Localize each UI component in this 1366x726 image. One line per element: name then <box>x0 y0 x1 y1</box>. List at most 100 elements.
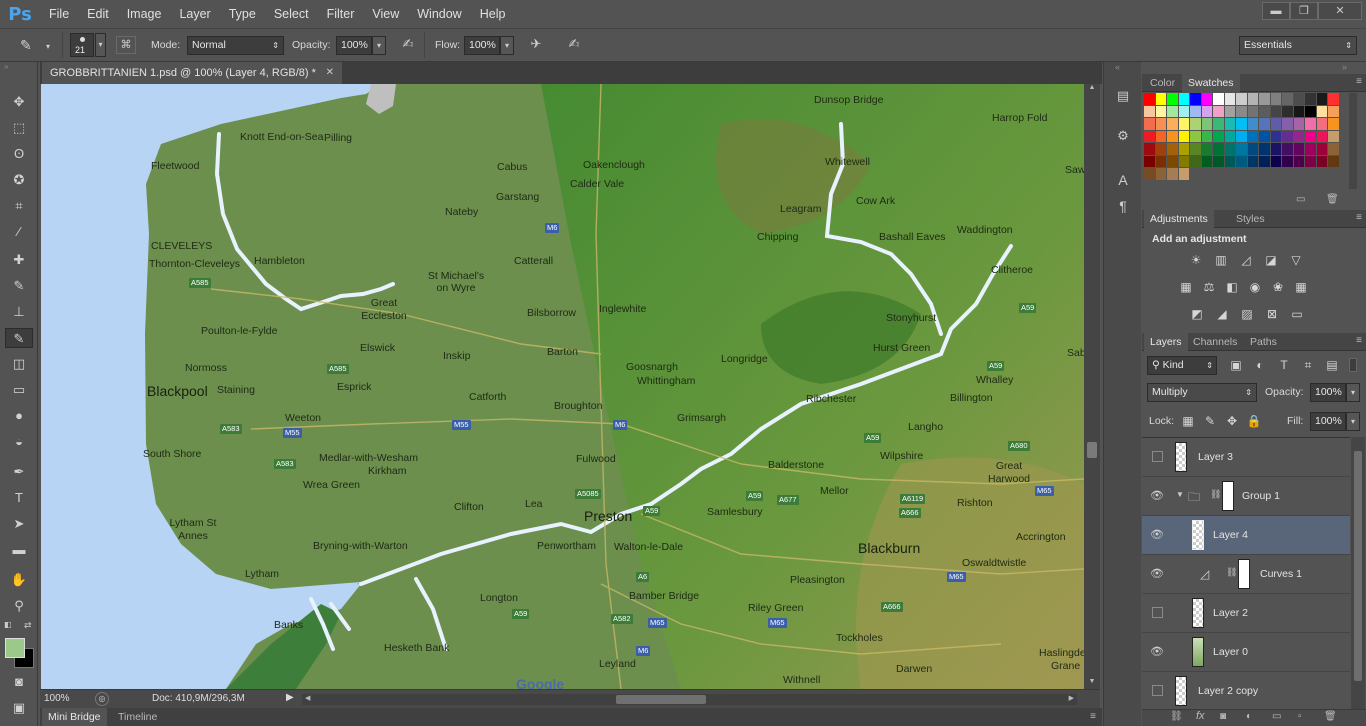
color-swatch[interactable] <box>1316 105 1327 117</box>
tab-swatches[interactable]: Swatches <box>1182 74 1240 92</box>
minimize-button[interactable]: ▬ <box>1262 2 1290 20</box>
color-swatch[interactable] <box>1201 118 1212 130</box>
filter-adjustment-icon[interactable]: ◐ <box>1252 358 1268 372</box>
color-swatch[interactable] <box>1305 118 1316 130</box>
color-swatch[interactable] <box>1328 118 1339 130</box>
menu-window[interactable]: Window <box>408 0 470 28</box>
vibrance-icon[interactable]: ▽ <box>1288 253 1304 267</box>
menu-image[interactable]: Image <box>118 0 171 28</box>
color-swatch[interactable] <box>1201 155 1212 167</box>
hue-saturation-icon[interactable]: ▦ <box>1178 280 1194 294</box>
horizontal-scrollbar[interactable]: ◀ ▶ <box>302 694 1077 705</box>
layer-row[interactable]: Layer 2 <box>1142 594 1350 633</box>
restore-button[interactable]: ❐ <box>1290 2 1318 20</box>
color-swatch[interactable] <box>1155 93 1166 105</box>
panel-menu-icon[interactable]: ≡ <box>1356 212 1362 223</box>
color-swatch[interactable] <box>1259 155 1270 167</box>
type-tool-icon[interactable]: T <box>9 488 29 508</box>
color-swatch[interactable] <box>1270 130 1281 142</box>
color-swatch[interactable] <box>1328 130 1339 142</box>
lock-position-icon[interactable]: ✥ <box>1224 414 1240 428</box>
lock-all-icon[interactable]: 🔒 <box>1246 414 1262 428</box>
channel-mixer-icon[interactable]: ❀ <box>1270 280 1286 294</box>
fill-input[interactable]: 100% <box>1310 412 1346 431</box>
color-swatch[interactable] <box>1167 118 1178 130</box>
color-swatch[interactable] <box>1316 130 1327 142</box>
rectangle-tool-icon[interactable]: ▬ <box>9 540 29 560</box>
color-swatch[interactable] <box>1178 155 1189 167</box>
crop-tool-icon[interactable]: ⌗ <box>9 196 29 216</box>
layer-filter-select[interactable]: ⚲ Kind ⇕ <box>1147 356 1217 375</box>
collapse-dock-icon[interactable]: « <box>1115 62 1120 72</box>
color-swatch[interactable] <box>1190 93 1201 105</box>
color-swatch[interactable] <box>1155 143 1166 155</box>
black-white-icon[interactable]: ◧ <box>1224 280 1240 294</box>
menu-layer[interactable]: Layer <box>170 0 219 28</box>
color-swatch[interactable] <box>1236 118 1247 130</box>
color-swatch[interactable] <box>1316 118 1327 130</box>
color-swatch[interactable] <box>1282 118 1293 130</box>
menu-view[interactable]: View <box>363 0 408 28</box>
color-swatch[interactable] <box>1144 143 1155 155</box>
preset-dropdown-icon[interactable]: ▾ <box>46 42 50 51</box>
mode-select[interactable]: Normal ⇕ <box>187 36 284 55</box>
gradient-tool-icon[interactable]: ▭ <box>9 380 29 400</box>
scroll-thumb[interactable] <box>1087 442 1097 458</box>
color-swatch[interactable] <box>1236 143 1247 155</box>
hand-tool-icon[interactable]: ✋ <box>9 570 29 590</box>
color-swatch[interactable] <box>1213 93 1224 105</box>
color-swatch[interactable] <box>1270 105 1281 117</box>
color-swatch[interactable] <box>1270 93 1281 105</box>
color-balance-icon[interactable]: ⚖ <box>1201 280 1217 294</box>
color-swatch[interactable] <box>1167 168 1178 180</box>
healing-brush-tool-icon[interactable]: ✚ <box>9 250 29 270</box>
brush-tool-icon[interactable]: ✎ <box>9 276 29 296</box>
filter-smart-object-icon[interactable]: ▤ <box>1324 358 1340 372</box>
visibility-toggle-off[interactable] <box>1152 685 1163 696</box>
pressure-size-icon[interactable]: ✍ <box>564 36 584 54</box>
color-swatch[interactable] <box>1213 143 1224 155</box>
color-swatch[interactable] <box>1270 143 1281 155</box>
color-swatch[interactable] <box>1282 105 1293 117</box>
menu-type[interactable]: Type <box>220 0 265 28</box>
eye-icon[interactable]: 👁 <box>1150 529 1164 541</box>
properties-panel-icon[interactable]: ⚙ <box>1114 128 1132 146</box>
exposure-icon[interactable]: ◪ <box>1263 253 1279 267</box>
layer-opacity-input[interactable]: 100% <box>1310 383 1346 402</box>
brush-size-dropdown-icon[interactable]: ▾ <box>95 33 106 57</box>
color-swatch[interactable] <box>1178 130 1189 142</box>
color-swatch[interactable] <box>1282 155 1293 167</box>
color-swatch[interactable] <box>1282 130 1293 142</box>
visibility-toggle-off[interactable] <box>1152 607 1163 618</box>
color-swatch[interactable] <box>1167 155 1178 167</box>
layer-opacity-dropdown-icon[interactable]: ▾ <box>1346 383 1360 402</box>
color-swatch[interactable] <box>1213 118 1224 130</box>
color-swatch[interactable] <box>1167 93 1178 105</box>
pressure-opacity-icon[interactable]: ✍ <box>398 36 418 54</box>
color-swatch[interactable] <box>1144 118 1155 130</box>
color-swatch[interactable] <box>1305 155 1316 167</box>
eye-icon[interactable]: 👁 <box>1150 646 1164 658</box>
layers-scroll-thumb[interactable] <box>1354 451 1362 681</box>
color-swatch[interactable] <box>1155 105 1166 117</box>
layer-row[interactable]: Layer 2 copy <box>1142 672 1350 709</box>
color-swatch[interactable] <box>1305 105 1316 117</box>
levels-icon[interactable]: ▥ <box>1213 253 1229 267</box>
color-swatch[interactable] <box>1293 93 1304 105</box>
status-menu-arrow-icon[interactable]: ▶ <box>286 692 294 703</box>
photo-filter-icon[interactable]: ◉ <box>1247 280 1263 294</box>
color-swatch[interactable] <box>1293 105 1304 117</box>
character-panel-icon[interactable]: A <box>1114 172 1132 190</box>
dodge-tool-icon[interactable]: ◒ <box>9 432 29 452</box>
color-swatch[interactable] <box>1167 130 1178 142</box>
color-swatch[interactable] <box>1236 105 1247 117</box>
airbrush-icon[interactable]: ✈ <box>526 36 546 54</box>
color-swatch[interactable] <box>1305 143 1316 155</box>
tab-color[interactable]: Color <box>1144 74 1181 92</box>
color-swatch[interactable] <box>1144 168 1155 180</box>
delete-layer-icon[interactable]: 🗑 <box>1324 711 1337 722</box>
eye-icon[interactable]: 👁 <box>1150 568 1164 580</box>
color-swatch[interactable] <box>1201 143 1212 155</box>
color-swatch[interactable] <box>1247 155 1258 167</box>
pen-tool-icon[interactable]: ✒ <box>9 462 29 482</box>
